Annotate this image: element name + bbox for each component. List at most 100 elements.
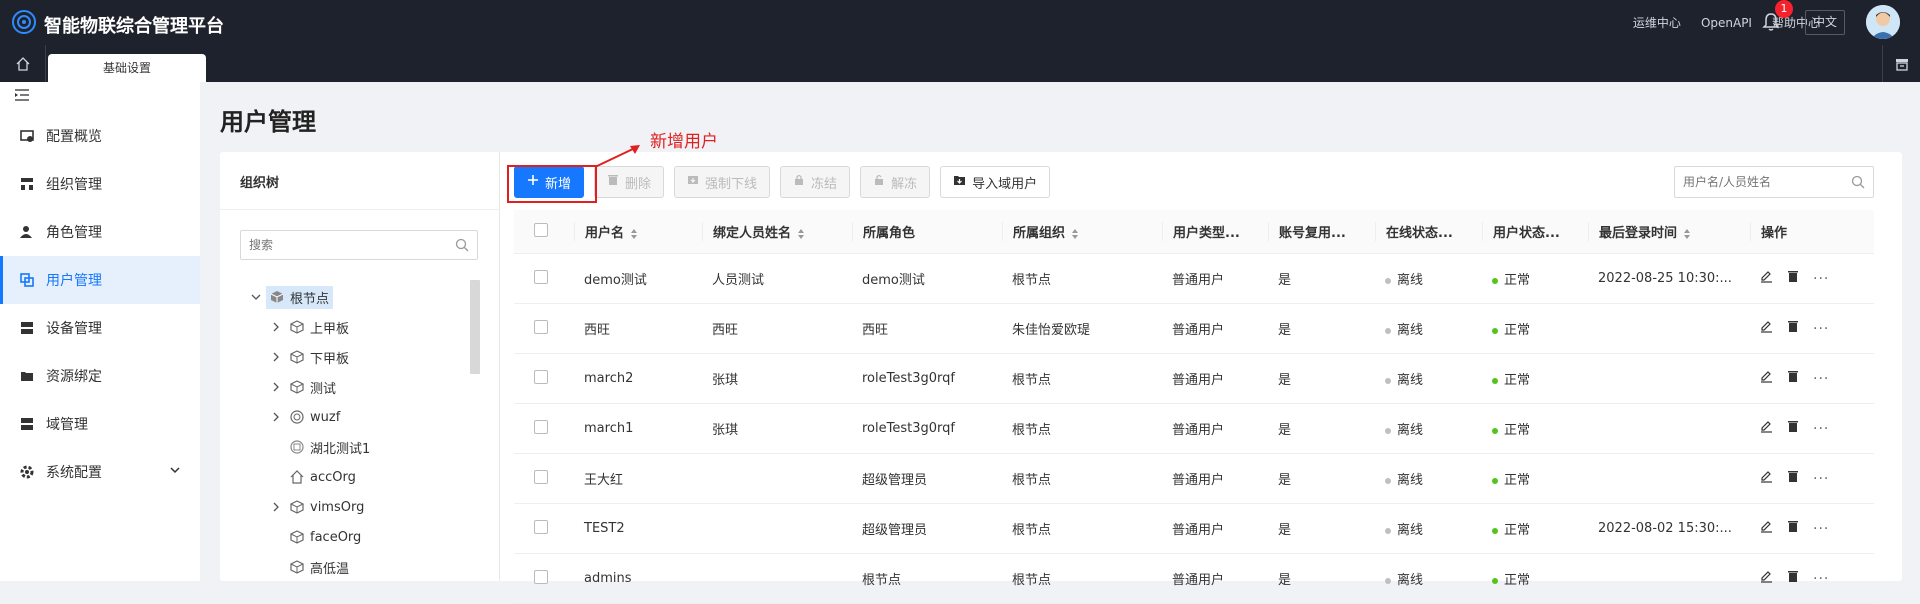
tree-node[interactable]: 下甲板 [250, 342, 470, 372]
tree-node[interactable]: faceOrg [250, 522, 470, 552]
edit-icon[interactable] [1760, 520, 1773, 537]
more-icon[interactable]: ··· [1813, 321, 1829, 337]
row-checkbox[interactable] [534, 369, 548, 384]
tree-node[interactable]: 上甲板 [250, 312, 470, 342]
sidebar-item-user[interactable]: 用户管理 [0, 256, 200, 304]
tree-node[interactable]: 高低温 [250, 552, 470, 582]
trash-icon[interactable] [1787, 520, 1799, 537]
tree-search-input[interactable] [241, 231, 441, 259]
col-org[interactable]: 所属组织 [1002, 222, 1162, 241]
row-checkbox[interactable] [534, 569, 548, 584]
cell-online-status: 离线 [1375, 469, 1482, 488]
edit-icon[interactable] [1760, 320, 1773, 337]
tree-node[interactable]: accOrg [250, 462, 470, 492]
more-icon[interactable]: ··· [1813, 421, 1829, 437]
cell-last-login: 2022-08-02 15:30:... [1598, 521, 1732, 536]
language-switch[interactable]: 中文 [1805, 10, 1845, 35]
user-status-text: 正常 [1504, 273, 1531, 288]
table-row[interactable]: demo测试 人员测试 demo测试 根节点 普通用户 是 离线 正常 2022-08-25 1… [514, 254, 1874, 304]
table-row[interactable]: 西旺 西旺 西旺 朱佳怡爱欧瑅 普通用户 是 离线 正常 ··· [514, 304, 1874, 354]
table-row[interactable]: TEST2 超级管理员 根节点 普通用户 是 离线 正常 2022-08-02 15:30:.… [514, 504, 1874, 554]
online-status-text: 离线 [1397, 423, 1424, 438]
sidebar-item-overview[interactable]: 配置概览 [0, 112, 200, 160]
home-icon [290, 470, 304, 484]
trash-icon[interactable] [1787, 420, 1799, 437]
search-icon[interactable] [455, 238, 469, 252]
chevron-down-icon[interactable] [250, 291, 262, 303]
openapi-link[interactable]: OpenAPI [1701, 16, 1752, 30]
sort-icon[interactable] [630, 228, 638, 240]
tree-scrollbar[interactable] [470, 280, 480, 374]
trash-icon[interactable] [1787, 270, 1799, 287]
tab-menu-button[interactable] [1882, 45, 1920, 82]
user-status-text: 正常 [1504, 523, 1531, 538]
online-status-text: 离线 [1397, 523, 1424, 538]
tree-node-root[interactable]: 根节点 [250, 282, 470, 312]
more-icon[interactable]: ··· [1813, 571, 1829, 587]
edit-icon[interactable] [1760, 470, 1773, 487]
tree-node[interactable]: vimsOrg [250, 492, 470, 522]
more-icon[interactable]: ··· [1813, 471, 1829, 487]
col-username[interactable]: 用户名 [574, 222, 702, 241]
sidebar-item-domain[interactable]: 域管理 [0, 400, 200, 448]
sidebar-item-org[interactable]: 组织管理 [0, 160, 200, 208]
edit-icon[interactable] [1760, 570, 1773, 587]
table-row[interactable]: 王大红 超级管理员 根节点 普通用户 是 离线 正常 ··· [514, 454, 1874, 504]
active-dot-icon [1492, 277, 1498, 284]
edit-icon[interactable] [1760, 370, 1773, 387]
tab-basic-settings[interactable]: 基础设置 [48, 54, 206, 82]
table-row[interactable]: march1 张琪 roleTest3g0rqf 根节点 普通用户 是 离线 正常 ··· [514, 404, 1874, 454]
table-row[interactable]: admins 根节点 根节点 普通用户 是 离线 正常 ··· [514, 554, 1874, 604]
trash-icon[interactable] [1787, 370, 1799, 387]
import-domain-user-button[interactable]: 导入域用户 [940, 166, 1051, 198]
sort-icon[interactable] [797, 228, 805, 240]
chevron-right-icon[interactable] [270, 501, 282, 513]
sidebar-item-role[interactable]: 角色管理 [0, 208, 200, 256]
row-checkbox[interactable] [534, 269, 548, 284]
more-icon[interactable]: ··· [1813, 271, 1829, 287]
avatar[interactable] [1866, 5, 1900, 39]
more-icon[interactable]: ··· [1813, 521, 1829, 537]
tree-node[interactable]: 测试 [250, 372, 470, 402]
sort-icon[interactable] [1683, 228, 1691, 240]
cell-user-type: 普通用户 [1172, 273, 1225, 288]
more-icon[interactable]: ··· [1813, 371, 1829, 387]
row-checkbox[interactable] [534, 469, 548, 484]
trash-icon[interactable] [1787, 570, 1799, 587]
sidebar-item-device[interactable]: 设备管理 [0, 304, 200, 352]
unfreeze-button[interactable]: 解冻 [860, 166, 931, 198]
select-all-checkbox[interactable] [534, 222, 548, 237]
sidebar-item-label: 配置概览 [46, 129, 102, 145]
cell-user-status: 正常 [1482, 319, 1588, 338]
force-offline-button[interactable]: 强制下线 [674, 166, 771, 198]
trash-icon[interactable] [1787, 320, 1799, 337]
chevron-right-icon[interactable] [270, 381, 282, 393]
tree-node-label: 湖北测试1 [310, 441, 371, 457]
col-last-login[interactable]: 最后登录时间 [1588, 222, 1750, 241]
col-last-login-label: 最后登录时间 [1599, 226, 1678, 241]
sidebar-item-settings[interactable]: 系统配置 [0, 448, 200, 496]
menu-collapse-icon[interactable] [14, 88, 30, 102]
user-search-input[interactable] [1675, 167, 1835, 197]
tree-node[interactable]: 湖北测试1 [250, 432, 470, 462]
chevron-right-icon[interactable] [270, 411, 282, 423]
home-tab[interactable] [0, 45, 46, 82]
chevron-right-icon[interactable] [270, 351, 282, 363]
sidebar-item-resource[interactable]: 资源绑定 [0, 352, 200, 400]
chevron-right-icon[interactable] [270, 321, 282, 333]
ops-center-link[interactable]: 运维中心 [1633, 14, 1681, 31]
freeze-button[interactable]: 冻结 [780, 166, 851, 198]
edit-icon[interactable] [1760, 270, 1773, 287]
offline-dot-icon [1385, 427, 1391, 434]
col-person[interactable]: 绑定人员姓名 [702, 222, 852, 241]
tree-node[interactable]: wuzf [250, 402, 470, 432]
row-checkbox[interactable] [534, 419, 548, 434]
cell-username: TEST2 [584, 521, 625, 536]
search-icon[interactable] [1851, 175, 1865, 189]
row-checkbox[interactable] [534, 519, 548, 534]
table-row[interactable]: march2 张琪 roleTest3g0rqf 根节点 普通用户 是 离线 正常 ··· [514, 354, 1874, 404]
edit-icon[interactable] [1760, 420, 1773, 437]
row-checkbox[interactable] [534, 319, 548, 334]
sort-icon[interactable] [1071, 228, 1079, 240]
trash-icon[interactable] [1787, 470, 1799, 487]
